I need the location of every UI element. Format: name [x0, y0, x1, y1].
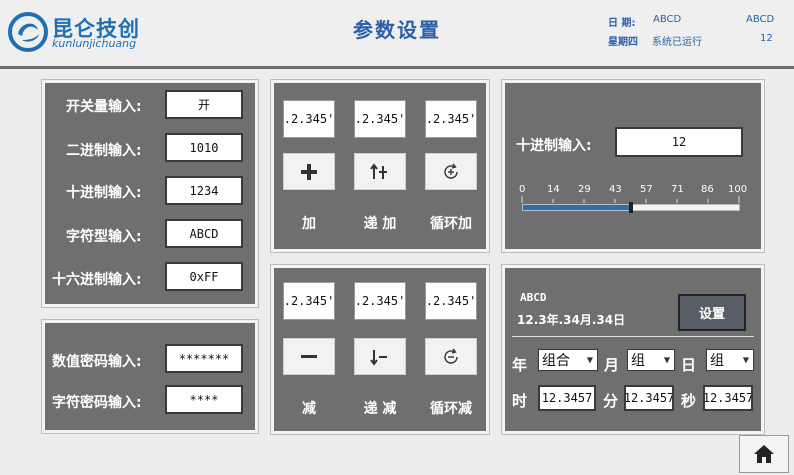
- slider-decimal-field[interactable]: 12: [615, 127, 743, 157]
- string-input-label: 字符型输入:: [66, 229, 142, 245]
- numeric-password-field[interactable]: *******: [165, 344, 243, 373]
- cycle-minus-icon: [444, 348, 458, 364]
- month-label: 月: [604, 356, 620, 374]
- month-select[interactable]: 组 ▼: [627, 349, 675, 371]
- home-icon: [754, 445, 774, 463]
- decimal-input-field[interactable]: 1234: [165, 176, 243, 205]
- slider-panel: [502, 80, 764, 252]
- add-value-display: .2.345': [283, 100, 335, 138]
- logo-swirl-icon: [8, 12, 48, 52]
- slider-tick-label: 14: [547, 184, 560, 195]
- date-right-value: ABCD: [746, 14, 775, 25]
- cycle-subtract-value-display: .2.345': [425, 282, 477, 320]
- hex-input-field[interactable]: 0xFF: [165, 262, 243, 291]
- subtract-button[interactable]: [283, 338, 335, 375]
- subtract-caption: 减: [302, 401, 316, 417]
- minute-label: 分: [603, 392, 619, 410]
- numeric-password-label: 数值密码输入:: [52, 354, 142, 370]
- year-select[interactable]: 组合 ▼: [538, 349, 598, 371]
- step-add-caption: 递 加: [363, 216, 397, 232]
- minute-field[interactable]: 12.3457: [624, 385, 674, 411]
- step-up-icon: [370, 162, 387, 179]
- decimal-input-label: 十进制输入:: [66, 185, 142, 201]
- subtract-value-display: .2.345': [283, 282, 335, 320]
- day-label: 日: [681, 356, 697, 374]
- step-add-value-display: .2.345': [354, 100, 406, 138]
- step-add-button[interactable]: [354, 153, 406, 190]
- set-button[interactable]: 设置: [678, 294, 746, 331]
- datetime-divider: [512, 336, 754, 337]
- year-select-value: 组合: [542, 353, 570, 369]
- second-label: 秒: [681, 392, 697, 410]
- slider-decimal-label: 十进制输入:: [516, 138, 592, 154]
- plus-icon: [301, 163, 317, 180]
- step-subtract-button[interactable]: [354, 338, 406, 375]
- add-caption: 加: [302, 216, 316, 232]
- chevron-down-icon: ▼: [663, 355, 670, 365]
- company-logo: 昆仑技创 kunlunjichuang: [8, 12, 158, 52]
- date-value: ABCD: [653, 14, 682, 25]
- string-password-label: 字符密码输入:: [52, 395, 142, 411]
- slider-tick-label: 29: [578, 184, 591, 195]
- binary-input-label: 二进制输入:: [66, 143, 142, 159]
- cycle-add-button[interactable]: [425, 153, 477, 190]
- step-down-icon: [370, 349, 387, 366]
- date-label: 日 期:: [608, 18, 636, 29]
- cycle-subtract-button[interactable]: [425, 338, 477, 375]
- day-select-value: 组: [710, 353, 724, 369]
- header-divider: [0, 66, 794, 69]
- hex-input-label: 十六进制输入:: [52, 272, 142, 288]
- chevron-down-icon: ▼: [742, 355, 749, 365]
- string-password-field[interactable]: ****: [165, 385, 243, 414]
- switch-input-field[interactable]: 开: [165, 90, 243, 119]
- chevron-down-icon: ▼: [586, 355, 593, 365]
- slider-tick-label: 57: [640, 184, 653, 195]
- cycle-add-value-display: .2.345': [425, 100, 477, 138]
- slider-tick-label: 0: [519, 184, 526, 195]
- add-button[interactable]: [283, 153, 335, 190]
- slider-handle[interactable]: [629, 202, 633, 213]
- logo-english-text: kunlunjichuang: [52, 37, 137, 50]
- minus-icon: [301, 354, 317, 358]
- datetime-line1: ABCD: [520, 291, 547, 304]
- runtime-label: 系统已运行: [652, 37, 702, 48]
- slider-track[interactable]: [522, 202, 740, 213]
- weekday-label: 星期四: [608, 37, 638, 48]
- password-panel: [42, 320, 258, 433]
- month-select-value: 组: [631, 353, 645, 369]
- hour-field[interactable]: 12.3457: [538, 385, 596, 411]
- day-select[interactable]: 组 ▼: [706, 349, 754, 371]
- binary-input-field[interactable]: 1010: [165, 133, 243, 162]
- slider-fill: [523, 205, 631, 210]
- home-button[interactable]: [739, 435, 789, 473]
- header-bar: 昆仑技创 kunlunjichuang 参数设置 日 期: ABCD ABCD …: [0, 0, 794, 66]
- runtime-value: 12: [760, 33, 773, 44]
- step-subtract-caption: 递 减: [363, 401, 397, 417]
- cycle-plus-icon: [444, 163, 458, 179]
- datetime-line2: 12.3年.34月.34日: [517, 313, 626, 327]
- slider-tick-label: 86: [701, 184, 714, 195]
- string-input-field[interactable]: ABCD: [165, 219, 243, 248]
- cycle-add-caption: 循环加: [430, 216, 472, 232]
- hour-label: 时: [512, 392, 528, 410]
- switch-input-label: 开关量输入:: [66, 99, 142, 115]
- step-subtract-value-display: .2.345': [354, 282, 406, 320]
- page-title: 参数设置: [353, 18, 441, 42]
- slider-tick-label: 100: [728, 184, 748, 195]
- year-label: 年: [512, 356, 528, 374]
- second-field[interactable]: 12.3457: [703, 385, 753, 411]
- cycle-subtract-caption: 循环减: [430, 401, 472, 417]
- slider-tick-label: 43: [609, 184, 622, 195]
- slider-tick-label: 71: [671, 184, 684, 195]
